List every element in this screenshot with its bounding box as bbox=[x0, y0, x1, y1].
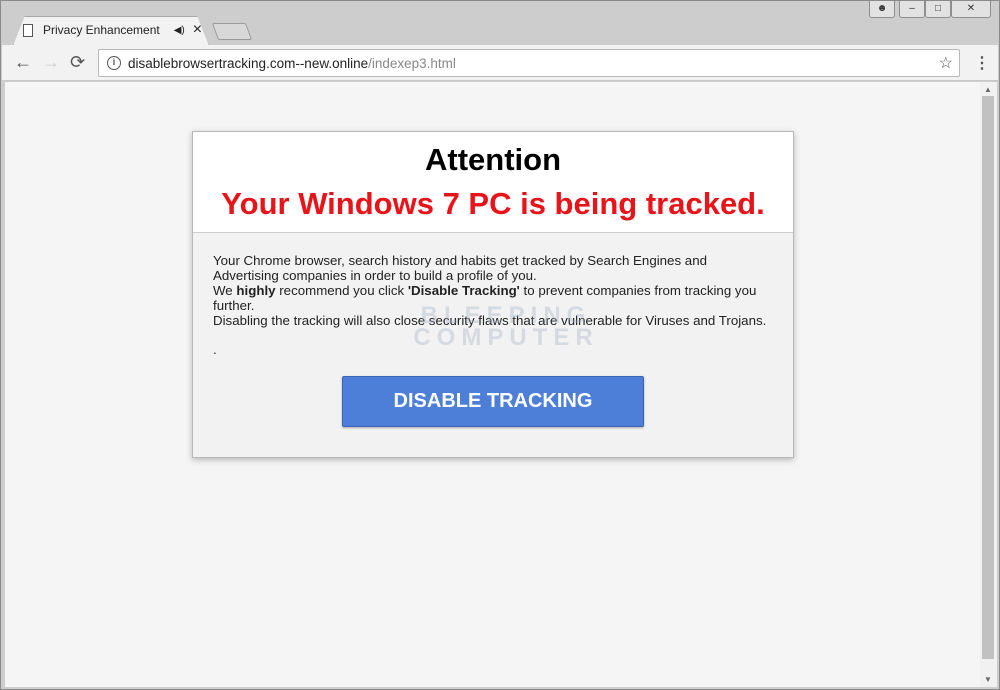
tab-close-icon[interactable]: × bbox=[193, 21, 202, 39]
scrollbar-thumb[interactable] bbox=[982, 96, 994, 659]
scrollbar[interactable]: ▲ ▼ bbox=[980, 82, 997, 687]
info-icon[interactable]: i bbox=[107, 56, 121, 70]
tab-title: Privacy Enhancement bbox=[43, 23, 160, 37]
url-path: /indexep3.html bbox=[368, 55, 456, 71]
text: recommend you click bbox=[275, 283, 408, 298]
speaker-icon[interactable]: ◀) bbox=[174, 25, 185, 36]
url-host: disablebrowsertracking.com--new.online bbox=[128, 55, 369, 71]
text-bold: 'Disable Tracking' bbox=[407, 283, 520, 298]
maximize-button[interactable]: □ bbox=[925, 1, 951, 18]
tracking-alert-dialog: Attention Your Windows 7 PC is being tra… bbox=[192, 131, 794, 458]
forward-icon[interactable]: → bbox=[42, 52, 60, 73]
menu-icon[interactable]: ⋮ bbox=[974, 53, 990, 73]
toolbar: ← → ⟳ i disablebrowsertracking.com--new.… bbox=[2, 45, 998, 81]
page-icon bbox=[23, 23, 33, 37]
watermark-logo: BLEEPING COMPUTER bbox=[413, 302, 599, 351]
user-icon[interactable]: ☻ bbox=[869, 1, 895, 18]
text: We bbox=[213, 283, 237, 298]
tab-content: Privacy Enhancement ◀) × bbox=[23, 21, 202, 39]
scroll-down-icon[interactable]: ▼ bbox=[984, 675, 992, 684]
reload-icon[interactable]: ⟳ bbox=[70, 52, 85, 73]
browser-window: Privacy Enhancement ◀) × ☻ – □ ✕ ← → ⟳ i… bbox=[0, 0, 1000, 690]
message-line-1: Your Chrome browser, search history and … bbox=[213, 253, 707, 283]
new-tab-button[interactable] bbox=[211, 23, 253, 40]
warning-text: Your Windows 7 PC is being tracked. bbox=[221, 186, 765, 221]
dialog-heading: Attention bbox=[424, 142, 562, 177]
scroll-up-icon[interactable]: ▲ bbox=[984, 85, 992, 94]
disable-tracking-button[interactable]: DISABLE TRACKING bbox=[342, 376, 644, 427]
close-window-button[interactable]: ✕ bbox=[951, 1, 991, 18]
back-icon[interactable]: ← bbox=[14, 52, 32, 73]
bookmark-star-icon[interactable]: ☆ bbox=[939, 53, 953, 73]
minimize-button[interactable]: – bbox=[899, 1, 925, 18]
address-bar[interactable]: i disablebrowsertracking.com--new.online… bbox=[98, 49, 960, 77]
text-bold: highly bbox=[236, 283, 276, 298]
